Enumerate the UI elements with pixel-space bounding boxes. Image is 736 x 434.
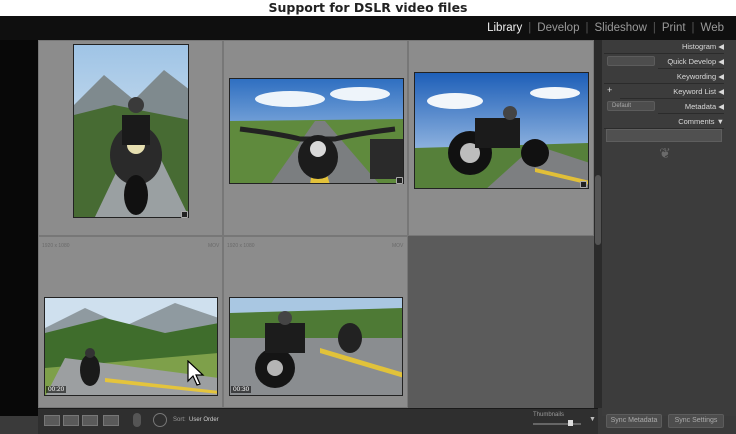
scrollbar-thumb[interactable] bbox=[595, 175, 601, 245]
mouse-cursor-icon bbox=[187, 360, 205, 386]
cell-dimensions: 1920 x 1080 bbox=[42, 243, 70, 249]
video-thumbnail[interactable] bbox=[229, 297, 403, 396]
metadata-preset-value: Default bbox=[612, 103, 632, 109]
module-library[interactable]: Library bbox=[481, 22, 528, 34]
module-print[interactable]: Print bbox=[656, 22, 692, 34]
sync-settings-button[interactable]: Sync Settings bbox=[668, 414, 724, 428]
photo-thumbnail[interactable] bbox=[73, 44, 189, 218]
expand-arrow-icon: ▼ bbox=[716, 117, 724, 126]
sort-direction-icon[interactable] bbox=[153, 413, 167, 427]
panel-quick-develop[interactable]: Quick Develop ◀ bbox=[658, 55, 724, 69]
panel-comments[interactable]: Comments ▼ bbox=[604, 115, 724, 129]
panel-keyword-list[interactable]: Keyword List ◀ bbox=[620, 85, 724, 99]
window-title: Support for DSLR video files bbox=[0, 0, 736, 16]
video-duration: 00:20 bbox=[46, 386, 67, 393]
library-toolbar bbox=[38, 408, 598, 434]
sort-label: Sort: bbox=[173, 417, 186, 423]
left-panel-collapsed bbox=[0, 40, 38, 416]
photo-thumbnail[interactable] bbox=[414, 72, 589, 189]
add-keyword-icon[interactable]: + bbox=[607, 85, 612, 95]
thumbnail-size-slider[interactable] bbox=[533, 423, 581, 425]
compare-view-icon[interactable] bbox=[82, 415, 98, 426]
collapse-arrow-icon: ◀ bbox=[718, 72, 724, 81]
toolbar-menu-icon[interactable]: ▼ bbox=[589, 416, 596, 423]
painter-icon[interactable] bbox=[133, 413, 141, 427]
collapse-arrow-icon: ◀ bbox=[718, 42, 724, 51]
video-badge-icon bbox=[396, 177, 403, 184]
saved-preset-select[interactable] bbox=[607, 56, 655, 66]
video-duration: 00:30 bbox=[231, 386, 252, 393]
comments-field[interactable] bbox=[606, 129, 722, 142]
panel-end-ornament-icon: ❦ bbox=[659, 145, 671, 161]
cell-dimensions: 1920 x 1080 bbox=[227, 243, 255, 249]
panel-quick-develop-label: Quick Develop bbox=[667, 57, 717, 66]
loupe-view-icon[interactable] bbox=[63, 415, 79, 426]
module-web[interactable]: Web bbox=[695, 22, 730, 34]
metadata-preset-select[interactable]: Default bbox=[607, 101, 655, 111]
collapse-arrow-icon: ◀ bbox=[718, 57, 724, 66]
panel-metadata-label: Metadata bbox=[684, 102, 717, 111]
grid-view-icon[interactable] bbox=[44, 415, 60, 426]
cell-file-type: MOV bbox=[208, 243, 220, 249]
sync-metadata-button[interactable]: Sync Metadata bbox=[606, 414, 662, 428]
panel-metadata[interactable]: Metadata ◀ bbox=[658, 100, 724, 114]
video-badge-icon bbox=[181, 211, 188, 218]
panel-keywording[interactable]: Keywording ◀ bbox=[604, 70, 724, 84]
cell-file-type: MOV bbox=[392, 243, 404, 249]
panel-histogram[interactable]: Histogram ◀ bbox=[604, 40, 724, 54]
panel-comments-label: Comments bbox=[678, 117, 715, 126]
sort-order-select[interactable]: User Order bbox=[189, 417, 219, 423]
module-slideshow[interactable]: Slideshow bbox=[588, 22, 652, 34]
panel-keyword-list-label: Keyword List bbox=[673, 87, 717, 96]
grid-empty-area bbox=[408, 236, 594, 408]
panel-histogram-label: Histogram bbox=[681, 42, 717, 51]
thumbnails-label: Thumbnails bbox=[533, 412, 565, 418]
module-develop[interactable]: Develop bbox=[531, 22, 585, 34]
module-picker: Library | Develop | Slideshow | Print | … bbox=[481, 16, 730, 40]
panel-keywording-label: Keywording bbox=[676, 72, 717, 81]
collapse-arrow-icon: ◀ bbox=[718, 87, 724, 96]
slider-handle[interactable] bbox=[568, 420, 573, 426]
survey-view-icon[interactable] bbox=[103, 415, 119, 426]
video-badge-icon bbox=[580, 181, 587, 188]
collapse-arrow-icon: ◀ bbox=[718, 102, 724, 111]
photo-thumbnail[interactable] bbox=[229, 78, 404, 184]
